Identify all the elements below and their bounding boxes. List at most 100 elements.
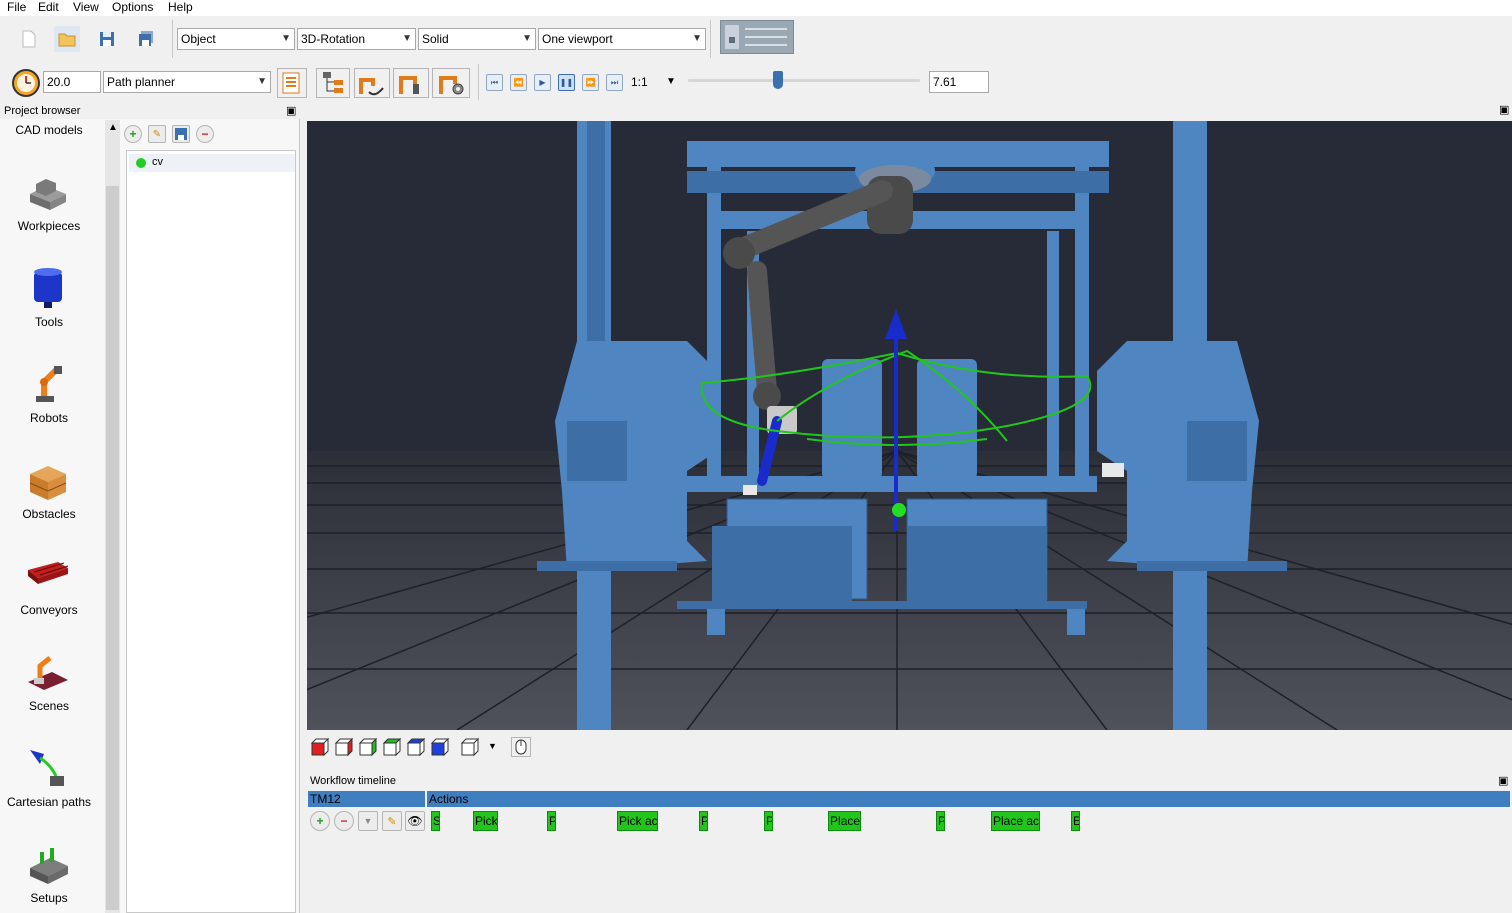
timeline-visibility-button[interactable]: 👁 [405, 811, 425, 831]
category-scenes[interactable]: Scenes [0, 699, 98, 713]
tree-item-cv[interactable]: cv [129, 154, 295, 172]
skip-to-end-button[interactable]: ⏭ [606, 74, 623, 91]
timeline-dropdown-button[interactable]: ▼ [358, 811, 378, 831]
menu-edit[interactable]: Edit [38, 0, 59, 15]
skip-to-start-button[interactable]: ⏮ [486, 74, 503, 91]
menu-help[interactable]: Help [168, 0, 193, 15]
view-right-button[interactable] [382, 737, 402, 757]
view-back-button[interactable] [334, 737, 354, 757]
open-file-button[interactable] [54, 26, 80, 52]
action-block[interactable]: Pick [473, 811, 498, 831]
new-file-icon [22, 30, 36, 48]
timeline-edit-button[interactable]: ✎ [382, 811, 402, 831]
view-left-button[interactable] [358, 737, 378, 757]
viewport-select[interactable]: One viewport ▼ [538, 28, 706, 50]
save-item-button[interactable] [172, 125, 190, 143]
menu-file[interactable]: File [7, 0, 26, 15]
view-bottom-button[interactable] [430, 737, 450, 757]
edit-item-button[interactable]: ✎ [148, 125, 166, 143]
time-slider[interactable] [688, 71, 920, 89]
tree-structure-button[interactable] [316, 68, 350, 98]
timer-button[interactable] [11, 68, 41, 98]
panel-title-text: Project browser [4, 105, 81, 117]
company-logo [720, 20, 794, 54]
view-front-button[interactable] [310, 737, 330, 757]
rewind-button[interactable]: ⏪ [510, 74, 527, 91]
new-file-button[interactable] [16, 26, 42, 52]
speed-select[interactable]: 1:1 ▼ [628, 72, 680, 92]
remove-icon: − [201, 127, 209, 141]
cube-red-icon [310, 737, 330, 757]
action-block[interactable]: P [547, 811, 556, 831]
category-cad-models[interactable]: CAD models [0, 123, 98, 137]
action-block[interactable]: Pick ac [617, 811, 658, 831]
sim-time-field[interactable]: 7.61 [929, 71, 989, 93]
view-top-button[interactable] [406, 737, 426, 757]
cube-green-icon [358, 737, 378, 757]
robot-path-button[interactable] [354, 68, 390, 98]
setup-icon [26, 842, 70, 886]
timeline-title: Workflow timeline ▣ [307, 773, 1512, 789]
category-workpieces[interactable]: Workpieces [0, 219, 98, 233]
category-conveyors[interactable]: Conveyors [0, 603, 98, 617]
dock-icon[interactable]: ▣ [1498, 773, 1508, 789]
fast-forward-button[interactable]: ⏩ [582, 74, 599, 91]
workpiece-part [743, 485, 757, 495]
slider-thumb[interactable] [773, 71, 784, 89]
action-block[interactable]: P [936, 811, 945, 831]
timeline-add-button[interactable]: + [310, 811, 330, 831]
category-robots[interactable]: Robots [0, 411, 98, 425]
category-cartesian-paths[interactable]: Cartesian paths [0, 795, 98, 809]
rotation-select[interactable]: 3D-Rotation ▼ [297, 28, 416, 50]
mode-select[interactable]: Object ▼ [177, 28, 295, 50]
category-label: Obstacles [22, 507, 76, 521]
3d-viewport[interactable] [307, 121, 1512, 730]
scrollbar-thumb[interactable] [106, 186, 119, 910]
task-list-button[interactable] [277, 68, 307, 98]
skip-start-icon: ⏮ [490, 77, 499, 87]
viewport-header: ▣ [304, 103, 1512, 121]
action-block[interactable]: P [699, 811, 708, 831]
dock-icon[interactable]: ▣ [1499, 103, 1509, 116]
robot-gripper-button[interactable] [393, 68, 429, 98]
category-obstacles[interactable]: Obstacles [0, 507, 98, 521]
mouse-mode-button[interactable] [511, 737, 531, 757]
cube-wireframe-icon [460, 737, 480, 757]
save-all-button[interactable] [133, 26, 159, 52]
action-block[interactable]: P [764, 811, 773, 831]
action-block[interactable]: Place act [991, 811, 1040, 831]
view-dropdown-icon[interactable]: ▼ [488, 741, 497, 751]
cube-blue-icon [406, 737, 426, 757]
menu-view[interactable]: View [73, 0, 99, 15]
scene-icon [26, 650, 70, 694]
save-button[interactable] [94, 26, 120, 52]
category-scrollbar[interactable]: ▲ [105, 120, 120, 913]
action-block[interactable]: S [431, 811, 440, 831]
category-label: Conveyors [20, 603, 78, 617]
speed-select-value: 1:1 [631, 75, 648, 89]
timeline-remove-button[interactable]: − [334, 811, 354, 831]
render-select[interactable]: Solid ▼ [418, 28, 536, 50]
category-tools[interactable]: Tools [0, 315, 98, 329]
cartesian-path-icon [26, 744, 70, 788]
menu-options[interactable]: Options [112, 0, 153, 15]
view-iso-button[interactable] [460, 737, 480, 757]
tool-icon [26, 266, 70, 310]
robot-settings-button[interactable] [432, 68, 470, 98]
add-item-button[interactable]: + [124, 125, 142, 143]
tree-item-label: cv [152, 156, 163, 168]
planner-select[interactable]: Path planner ▼ [103, 71, 271, 93]
cube-green-side-icon [382, 737, 402, 757]
robot-icon [26, 362, 70, 406]
remove-item-button[interactable]: − [196, 125, 214, 143]
category-setups[interactable]: Setups [0, 891, 98, 905]
action-block[interactable]: E [1071, 811, 1080, 831]
pause-button[interactable]: ❚❚ [558, 74, 575, 91]
dock-icon[interactable]: ▣ [286, 103, 296, 119]
play-button[interactable]: ▶ [534, 74, 551, 91]
time-input[interactable]: 20.0 [43, 71, 101, 93]
time-input-value: 20.0 [47, 75, 71, 89]
scroll-up-icon[interactable]: ▲ [108, 122, 118, 133]
task-list-icon [282, 72, 300, 94]
action-block[interactable]: Place [828, 811, 861, 831]
